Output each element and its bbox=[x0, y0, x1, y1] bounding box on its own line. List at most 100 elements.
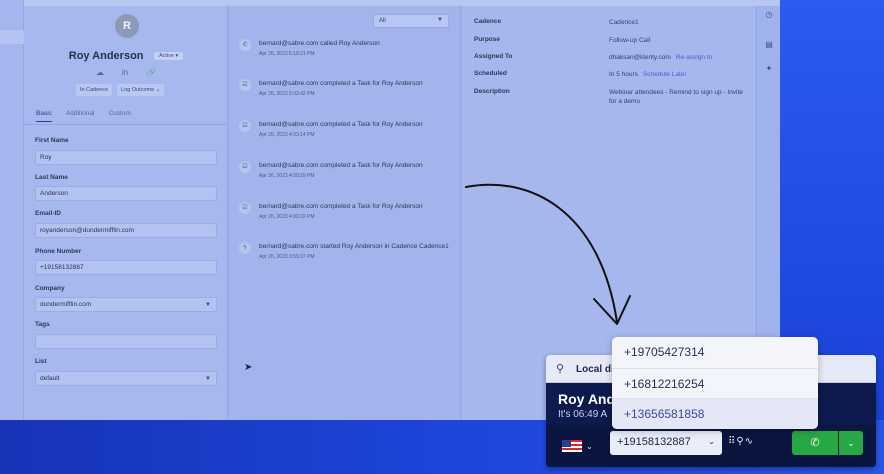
list-select[interactable]: default ▼ bbox=[35, 371, 217, 386]
tags-field[interactable] bbox=[35, 334, 217, 349]
caret-down-icon: ▼ bbox=[205, 376, 211, 382]
detail-key: Assigned To bbox=[474, 53, 513, 60]
detail-value: In 5 hours Schedule Later bbox=[609, 70, 749, 79]
local-dial-label: Local di bbox=[576, 364, 614, 375]
tab-additional[interactable]: Additional bbox=[66, 110, 95, 122]
us-flag-icon bbox=[562, 440, 582, 452]
feed-item-text: bernard@sabre.com completed a Task for R… bbox=[259, 80, 423, 87]
feed-text: bernard@sabre.com called Roy Anderson Ap… bbox=[259, 39, 455, 59]
from-number-value: +19158132887 bbox=[617, 436, 691, 448]
task-check-icon: ☑ bbox=[239, 79, 251, 91]
detail-key: Purpose bbox=[474, 36, 501, 43]
detail-value[interactable]: Cadence1 bbox=[609, 18, 749, 27]
contact-name: Roy Anderson bbox=[68, 50, 144, 62]
from-number-menu: +19705427314 +16812216254 +13656581858 bbox=[612, 337, 818, 429]
sparkle-icon[interactable]: ✦ bbox=[757, 64, 781, 73]
tags-label: Tags bbox=[35, 321, 50, 328]
contact-panel: R Roy Anderson Active ▾ ☁ in 🔗 In Cadenc… bbox=[24, 6, 228, 420]
bolt-icon: ϟ bbox=[239, 242, 251, 254]
caret-down-icon: ▼ bbox=[205, 302, 211, 308]
mouse-cursor-icon: ➤ bbox=[244, 362, 253, 373]
status-badge[interactable]: Active ▾ bbox=[153, 52, 184, 60]
first-name-field[interactable]: Roy bbox=[35, 150, 217, 165]
dialer-controls: ⌄ +19158132887 ⌄ ⠿⚲∿ ✆ ⌄ bbox=[546, 425, 876, 467]
tab-custom[interactable]: Custom bbox=[108, 110, 130, 122]
feed-text: bernard@sabre.com completed a Task for R… bbox=[259, 120, 455, 140]
first-name-label: First Name bbox=[35, 137, 69, 144]
in-cadence-button[interactable]: In Cadence bbox=[76, 84, 113, 96]
left-nav-active-item[interactable] bbox=[0, 30, 24, 44]
contact-tabs: Basic Additional Custom bbox=[36, 110, 131, 122]
detail-key: Scheduled bbox=[474, 70, 507, 77]
schedule-later-link[interactable]: Schedule Later bbox=[643, 71, 687, 78]
detail-key: Cadence bbox=[474, 18, 502, 25]
detail-value: Webinar attendees - Remind to sign up - … bbox=[609, 89, 743, 105]
feed-item-text: bernard@sabre.com completed a Task for R… bbox=[259, 203, 423, 210]
call-options-button[interactable]: ⌄ bbox=[839, 431, 863, 455]
activity-filter-value: All bbox=[379, 18, 386, 24]
link-icon[interactable]: 🔗 bbox=[146, 68, 156, 77]
log-outcome-button[interactable]: Log Outcome ⌄ bbox=[117, 84, 165, 96]
feed-text: bernard@sabre.com completed a Task for R… bbox=[259, 161, 455, 181]
feed-item-time: Apr 26, 2023 4:00:22 PM bbox=[259, 214, 315, 220]
feed-item-time: Apr 26, 2023 5:18:21 PM bbox=[259, 51, 315, 57]
list-label: List bbox=[35, 358, 47, 365]
left-nav bbox=[0, 0, 24, 420]
feed-item-time: Apr 26, 2023 4:03:14 PM bbox=[259, 132, 315, 138]
email-field[interactable]: royanderson@dundermifflin.com bbox=[35, 223, 217, 238]
last-name-field[interactable]: Anderson bbox=[35, 186, 217, 201]
social-icons: ☁ in 🔗 bbox=[96, 66, 156, 78]
call-button[interactable]: ✆ bbox=[792, 431, 838, 455]
feed-text: bernard@sabre.com started Roy Anderson i… bbox=[259, 242, 455, 262]
company-select[interactable]: dundermifflin.com ▼ bbox=[35, 297, 217, 312]
detail-key: Description bbox=[474, 88, 510, 95]
number-option-selected[interactable]: +13656581858 bbox=[612, 398, 818, 429]
scheduled-value: In 5 hours bbox=[609, 71, 638, 78]
activity-filter[interactable]: All ▼ bbox=[373, 14, 449, 28]
caret-down-icon: ▼ bbox=[437, 17, 443, 23]
email-label: Email-ID bbox=[35, 210, 62, 217]
task-check-icon: ☑ bbox=[239, 120, 251, 132]
reassign-link[interactable]: Re-assign to bbox=[676, 54, 713, 61]
detail-value: dhaksan@klenty.com Re-assign to bbox=[609, 53, 749, 62]
waveform-icon[interactable]: ∿ bbox=[745, 436, 754, 447]
chevron-down-icon: ⌄ bbox=[586, 441, 593, 451]
feed-text: bernard@sabre.com completed a Task for R… bbox=[259, 202, 455, 222]
company-label: Company bbox=[35, 285, 65, 292]
feed-text: bernard@sabre.com completed a Task for R… bbox=[259, 79, 455, 99]
assignee-email: dhaksan@klenty.com bbox=[609, 54, 671, 61]
number-option[interactable]: +19705427314 bbox=[612, 337, 818, 368]
location-pin-icon[interactable]: ⚲ bbox=[736, 436, 744, 447]
company-value: dundermifflin.com bbox=[40, 301, 92, 308]
phone-field[interactable]: +19158132887 bbox=[35, 260, 217, 275]
avatar: R bbox=[115, 14, 139, 38]
notes-icon[interactable]: ▤ bbox=[757, 40, 781, 49]
country-selector[interactable]: ⌄ bbox=[562, 437, 598, 455]
last-name-label: Last Name bbox=[35, 174, 68, 181]
contact-name-row: Roy Anderson Active ▾ bbox=[24, 46, 228, 64]
feed-item-time: Apr 26, 2023 3:59:37 PM bbox=[259, 254, 315, 260]
detail-value: Follow-up Call bbox=[609, 37, 651, 44]
feed-item-text: bernard@sabre.com started Roy Anderson i… bbox=[259, 243, 449, 250]
linkedin-icon[interactable]: in bbox=[122, 68, 128, 77]
contact-actions: In Cadence Log Outcome ⌄ bbox=[76, 84, 165, 96]
caller-local-time: It's 06:49 A bbox=[558, 409, 608, 420]
phone-icon: ✆ bbox=[810, 437, 820, 449]
dialer-tools: ⠿⚲∿ bbox=[728, 436, 754, 447]
chevron-down-icon: ⌄ bbox=[847, 438, 855, 448]
phone-icon: ✆ bbox=[239, 39, 251, 51]
activity-feed: All ▼ ✆ bernard@sabre.com called Roy And… bbox=[229, 6, 461, 420]
feed-item-text: bernard@sabre.com called Roy Anderson bbox=[259, 40, 380, 47]
task-check-icon: ☑ bbox=[239, 202, 251, 214]
from-number-select[interactable]: +19158132887 ⌄ bbox=[610, 431, 722, 455]
feed-item-text: bernard@sabre.com completed a Task for R… bbox=[259, 162, 423, 169]
number-option[interactable]: +16812216254 bbox=[612, 368, 818, 399]
task-check-icon: ☑ bbox=[239, 161, 251, 173]
chevron-down-icon: ⌄ bbox=[708, 437, 715, 446]
clock-icon[interactable]: ◷ bbox=[757, 10, 781, 19]
cloud-icon[interactable]: ☁ bbox=[96, 68, 104, 77]
location-pin-icon: ⚲ bbox=[556, 363, 565, 375]
feed-item-text: bernard@sabre.com completed a Task for R… bbox=[259, 121, 423, 128]
phone-label: Phone Number bbox=[35, 248, 82, 255]
tab-basic[interactable]: Basic bbox=[36, 110, 52, 122]
